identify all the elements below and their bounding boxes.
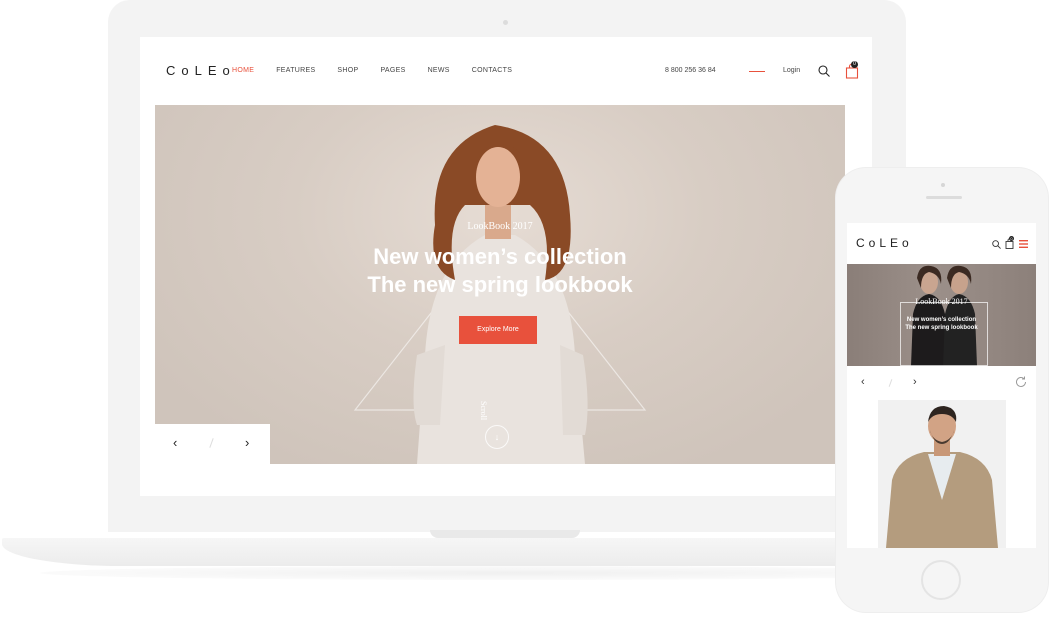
nav-item-pages[interactable]: PAGES	[380, 67, 405, 74]
phone-camera	[941, 183, 945, 187]
mobile-hero-tagline: LookBook 2017	[915, 297, 968, 306]
chevron-left-icon[interactable]: ‹	[173, 436, 177, 450]
laptop-notch	[430, 530, 580, 538]
scroll-label: Scroll	[479, 401, 488, 421]
stage: CoLEo HOME FEATURES SHOP PAGES NEWS CONT…	[0, 0, 1056, 636]
nav-item-features[interactable]: FEATURES	[276, 67, 315, 74]
header-phone-number[interactable]: 8 800 256 36 84	[665, 67, 716, 74]
product-image[interactable]	[878, 400, 1006, 548]
slider-controls: ‹ ›	[155, 424, 270, 464]
nav-item-home[interactable]: HOME	[232, 67, 254, 74]
mobile-cart-count-badge: 0	[1009, 236, 1014, 241]
nav-item-contacts[interactable]: CONTACTS	[472, 67, 512, 74]
scroll-down-icon[interactable]: ↓	[485, 425, 509, 449]
mobile-slider-separator	[888, 379, 893, 387]
slider-separator	[209, 438, 214, 448]
search-icon[interactable]	[818, 65, 830, 77]
phone-home-button	[921, 560, 961, 600]
phone-speaker	[926, 196, 962, 199]
refresh-icon[interactable]	[1014, 375, 1028, 389]
hero-slider: LookBook 2017 New women’s collection The…	[155, 105, 845, 464]
hero-title-line-2: The new spring lookbook	[367, 272, 633, 297]
mobile-hero-title-line-1: New women’s collection	[906, 317, 977, 323]
mobile-hero-title: New women’s collection The new spring lo…	[847, 316, 1036, 332]
header-divider	[749, 71, 765, 72]
chevron-left-icon[interactable]: ‹	[861, 376, 865, 388]
product-model-image	[878, 400, 1006, 548]
main-nav: HOME FEATURES SHOP PAGES NEWS CONTACTS	[232, 67, 534, 74]
hamburger-menu-icon[interactable]	[1019, 240, 1028, 248]
hero-title: New women’s collection The new spring lo…	[155, 243, 845, 299]
search-icon[interactable]	[992, 240, 1001, 249]
site-logo[interactable]: CoLEo	[166, 63, 236, 78]
mobile-screen: CoLEo 0 LookBook 2017 New women’s collec…	[847, 223, 1036, 548]
login-link[interactable]: Login	[783, 67, 800, 74]
laptop-camera	[503, 20, 508, 25]
mobile-hero-title-line-2: The new spring lookbook	[905, 325, 978, 331]
cart-count-badge: 0	[851, 61, 858, 68]
chevron-right-icon[interactable]: ›	[245, 436, 249, 450]
mobile-hero-slider: LookBook 2017 New women’s collection The…	[847, 264, 1036, 366]
explore-more-button[interactable]: Explore More	[459, 316, 537, 344]
hero-title-line-1: New women’s collection	[373, 244, 627, 269]
nav-item-shop[interactable]: SHOP	[337, 67, 358, 74]
mobile-hero-frame	[900, 302, 988, 366]
desktop-screen: CoLEo HOME FEATURES SHOP PAGES NEWS CONT…	[140, 37, 872, 496]
mobile-site-logo[interactable]: CoLEo	[856, 236, 913, 250]
hero-tagline: LookBook 2017	[467, 221, 533, 232]
nav-item-news[interactable]: NEWS	[428, 67, 450, 74]
chevron-right-icon[interactable]: ›	[913, 376, 917, 388]
